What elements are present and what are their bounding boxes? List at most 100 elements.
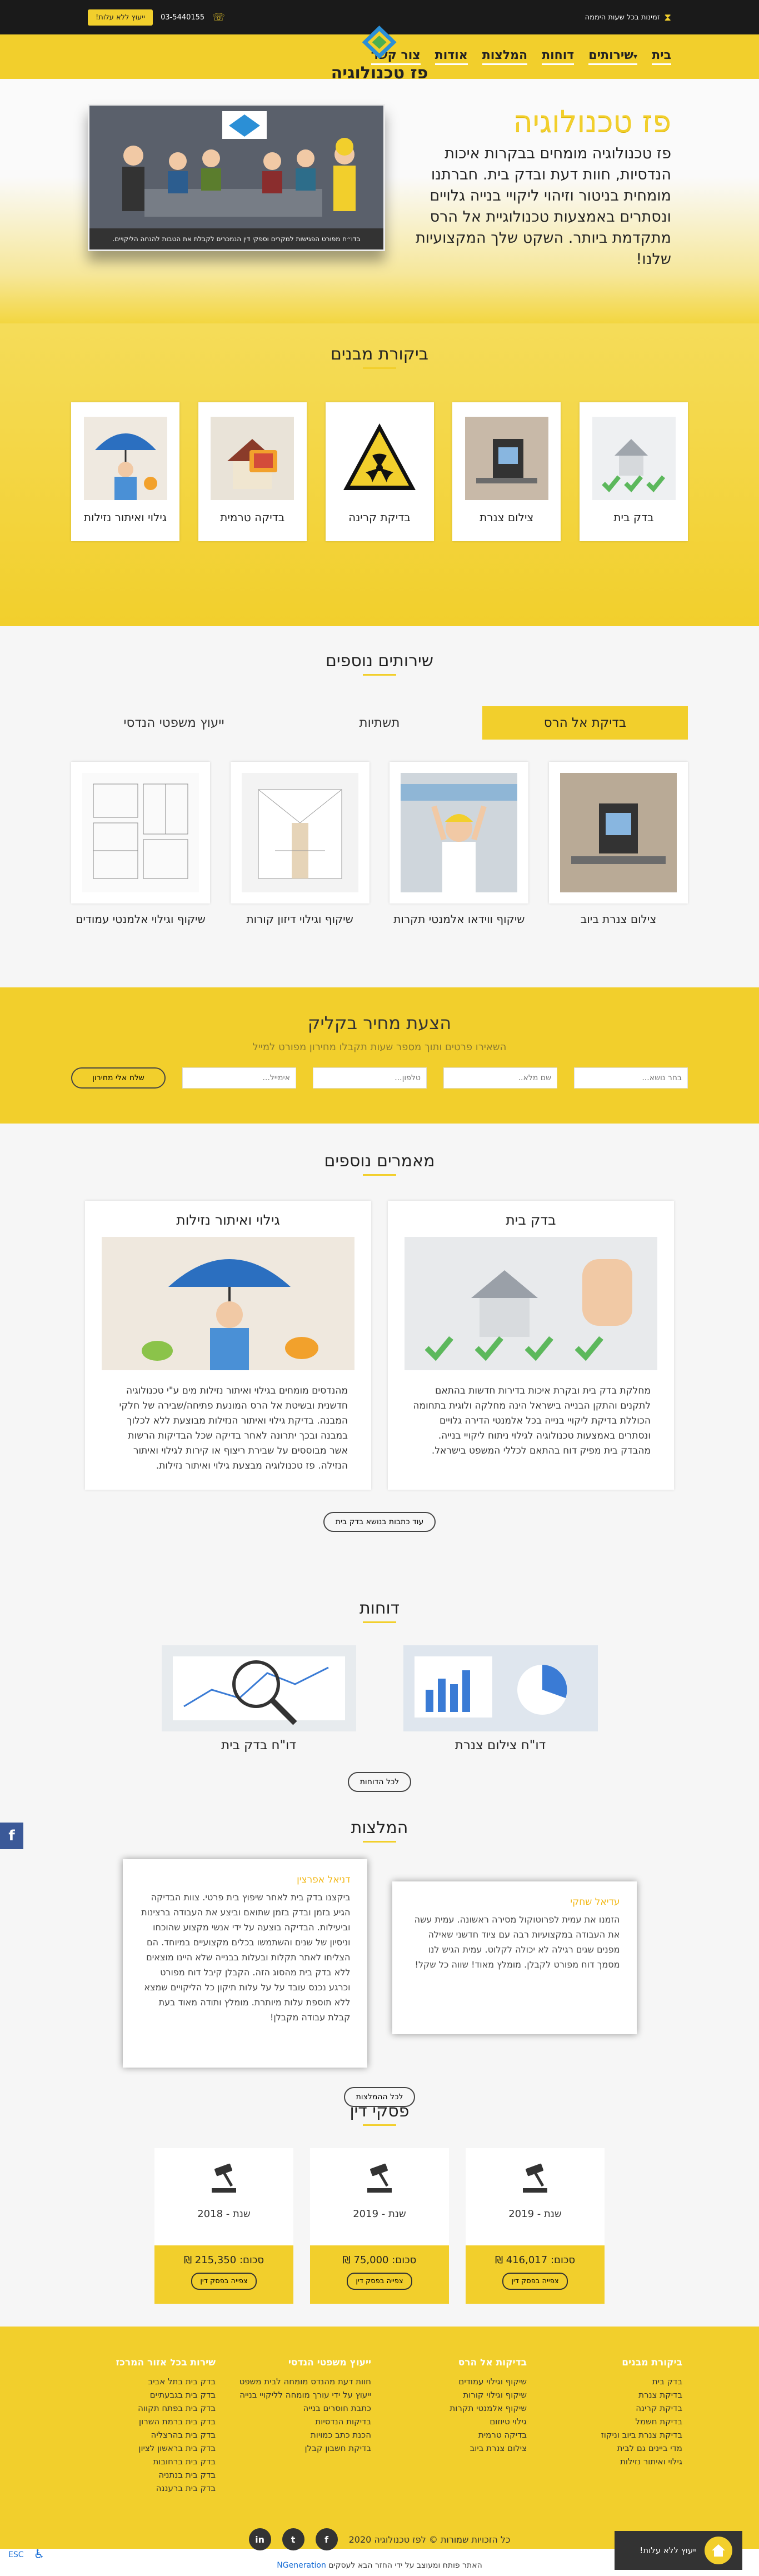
footer-link[interactable]: גילוי ואיתור נזילות [543,2455,682,2468]
service-card[interactable]: שיקוף ווידאו אלמנטי תקרות [390,762,529,927]
footer-link[interactable]: שיקוף אלמנטי תקרות [388,2402,527,2415]
phone-input[interactable] [313,1067,427,1089]
facebook-icon[interactable]: f [315,2528,338,2550]
footer-link[interactable]: בדיקת חשבון קבלן [232,2442,371,2455]
service-label: שיקוף ווידאו אלמנטי תקרות [393,912,525,926]
footer-col-title: ייעוץ משפטי הנדסי [288,2357,371,2368]
article-text: מהנדסים מומחים בגילוי ואיתור נזילות מים … [119,1385,348,1471]
topic-select[interactable] [574,1067,688,1089]
service-card[interactable]: צילום צנרת ביוב [549,762,688,927]
inspection-label: בדיקה טרמית [220,511,285,524]
thermal-camera-icon [208,412,297,504]
footer-link[interactable]: בדק בית ברעננה [77,2482,216,2495]
nav-item-services[interactable]: ▾שירותים [588,48,638,65]
footer-link[interactable]: בדיקה טרמית [388,2428,527,2442]
nav-item-reports[interactable]: דוחות [542,48,575,65]
footer-link[interactable]: צילום צנרת ביוב [388,2442,527,2455]
credit-brand-link[interactable]: NGeneration [277,2561,326,2570]
footer-link[interactable]: בדק בית [543,2375,682,2388]
view-ruling-button[interactable]: צפייה בפסק דין [347,2273,412,2290]
full-name-input[interactable] [443,1067,557,1089]
footer-link[interactable]: כתבת חוסרים בנייה [232,2402,371,2415]
tab-legal-engineering[interactable]: ייעוץ משפטי הנדסי [71,706,277,740]
more-articles-button[interactable]: עוד כתבות בנושא בדק בית [323,1512,436,1532]
report-cards: דו"ח צילום צנרת דו"ח בדק בית [71,1645,688,1753]
footer-link[interactable]: הכנת כתב כמויות [232,2428,371,2442]
inspection-card-thermal[interactable]: בדיקה טרמית [198,402,307,541]
hero-caption: בדו״ח מפורט הפגישות למקרים וספקי דין הנמ… [89,228,383,249]
service-card[interactable]: שיקוף וגילוי אלמנטי עמודים [71,762,211,927]
footer-link[interactable]: שיקוף וגילוי עמודים [388,2375,527,2388]
footer-link[interactable]: שיקוף וגילוי קורות [388,2388,527,2402]
footer-link[interactable]: בדיקת צנרת [543,2388,682,2402]
inspection-label: בדיקת קרינה [348,511,411,524]
footer-link[interactable]: ייעוץ על ידי עורך מומחה לליקויי בנייה [232,2388,371,2402]
report-card[interactable]: דו"ח צילום צנרת [403,1645,598,1753]
report-card[interactable]: דו"ח בדק בית [161,1645,356,1753]
availability-text: זמינות בכל שעות היממה [585,13,660,22]
service-label: שיקוף וגילוי אלמנטי עמודים [76,912,206,926]
meeting-illustration [89,106,383,233]
footer-link[interactable]: בדיקת צנרת ביוב וניקוז [543,2428,682,2442]
nav-item-about[interactable]: אודות [435,48,468,65]
inspection-card-radiation[interactable]: בדיקת קרינה [325,402,434,541]
view-ruling-button[interactable]: צפייה בפסק דין [502,2273,568,2290]
inspection-card-pipe-camera[interactable]: צילום צנרת [452,402,561,541]
article-card[interactable]: בדק בית מחלקת בדק בית ובקרת איכות בדירות… [388,1201,674,1490]
house-check-icon [405,1237,657,1370]
footer-link[interactable]: בדק בית ברחובות [77,2455,216,2468]
email-input[interactable] [182,1067,296,1089]
ruling-card-top: שנת - 2019 [466,2148,605,2245]
title-underline [363,2124,396,2126]
site-logo[interactable]: פז טכנולוגיה [331,23,428,83]
footer-link[interactable]: בדק בית בגבעתיים [77,2388,216,2402]
footer-link[interactable]: בדיקת חשמל [543,2415,682,2428]
quote-form: שלח אלי מחירון [71,1067,688,1089]
phone-number[interactable]: 03-5440155 [161,13,204,22]
inspection-card-leak[interactable]: גילוי ואיתור נזילות [71,402,179,541]
footer-link[interactable]: מדי ביינים גם לבית [543,2442,682,2455]
report-label: דו"ח צילום צנרת [455,1738,546,1753]
tab-infrastructure[interactable]: תשתיות [277,706,482,740]
footer-link[interactable]: בדיקת קרינה [543,2402,682,2415]
service-card[interactable]: שיקוף וגילוי דיזון קורות [230,762,369,927]
house-check-icon [590,412,678,504]
inspection-label: בדק בית [613,511,654,524]
all-reports-button[interactable]: לכל הדוחות [347,1772,412,1792]
footer-link[interactable]: בדק בית ברמת השרון [77,2415,216,2428]
nav-item-home[interactable]: בית [652,48,671,65]
whatsapp-widget[interactable]: ייעוץ ללא עלות! [615,2531,742,2570]
accessibility-widget[interactable]: ♿ ESC [8,2548,44,2562]
accessibility-icon: ♿ [33,2548,45,2562]
ruling-card-top: שנת - 2019 [310,2148,449,2245]
reports-section: דוחות דו"ח צילום צנרת דו"ח בדק בית לכל ה… [0,1585,759,1796]
ruling-card-bottom: סכום: 75,000 ₪ צפייה בפסק דין [310,2245,449,2304]
article-text: מחלקת בדק בית ובקרת איכות בדירות חדשות ב… [413,1385,651,1456]
footer-link[interactable]: בדיקות הנדסיות [232,2415,371,2428]
free-consult-button[interactable]: ייעוץ ללא עלות! [88,9,153,26]
service-label: צילום צנרת ביוב [580,912,657,926]
recommendation-card: דניאל אפרצין ביקצנו בדק בית לאחר שיפוץ ב… [122,1859,367,2068]
footer-link[interactable]: גילוי טיוזום [388,2415,527,2428]
quote-subtitle: השאירו פרטים ותוך מספר שעות תקבלו מחירון… [252,1041,507,1053]
facebook-side-button[interactable]: f [0,1823,23,1849]
footer-link[interactable]: בדק בית בנתניה [77,2468,216,2482]
footer-link[interactable]: בדק בית בראשון לציון [77,2442,216,2455]
blueprint-icon [71,762,211,903]
recommendations-section: המלצות עדיאל שחקי הזמנו את עמית לפרוטוקו… [0,1796,759,2107]
footer-link[interactable]: בדק בית בפתח תקווה [77,2402,216,2415]
footer-link[interactable]: בדק בית בתל אביב [77,2375,216,2388]
send-price-list-button[interactable]: שלח אלי מחירון [71,1067,166,1089]
title-underline [363,1621,396,1623]
twitter-icon[interactable]: t [282,2528,304,2550]
nav-item-recommendations[interactable]: המלצות [482,48,528,65]
footer-link[interactable]: בדק בית בהרצליה [77,2428,216,2442]
linkedin-icon[interactable]: in [248,2528,271,2550]
tab-non-destructive[interactable]: בדיקת אל הרס [482,706,688,740]
footer-link[interactable]: חוות דעת מהנדס מומחה לבית משפט [232,2375,371,2388]
view-ruling-button[interactable]: צפייה בפסק דין [191,2273,257,2290]
ruling-card-bottom: סכום: 215,350 ₪ צפייה בפסק דין [154,2245,293,2304]
article-card[interactable]: גילוי ואיתור נזילות מהנדסים מומחים בגילו… [85,1201,371,1490]
rulings-section: פסקי דין שנת - 2019 סכום: 416,017 ₪ צפיי… [0,2093,759,2327]
inspection-card-home-check[interactable]: בדק בית [580,402,688,541]
